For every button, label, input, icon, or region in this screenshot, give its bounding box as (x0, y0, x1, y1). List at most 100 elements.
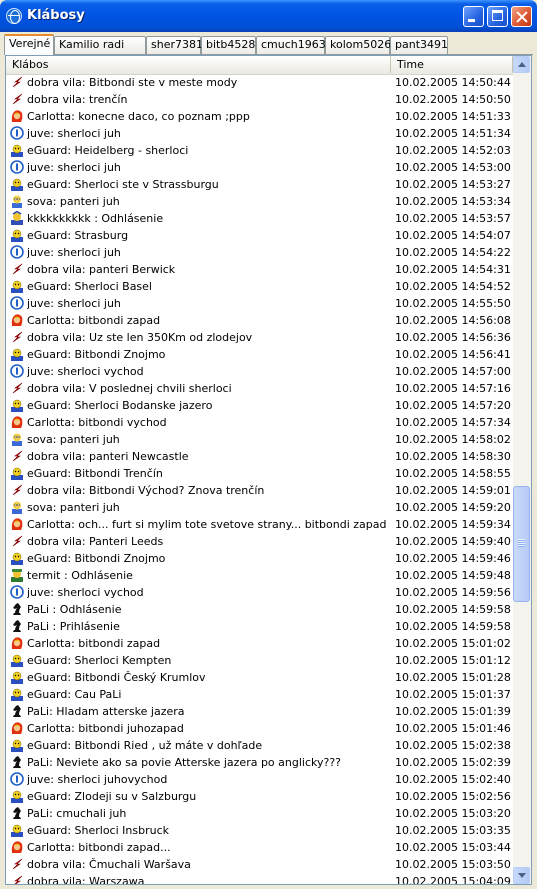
red-arrow-icon (10, 381, 24, 395)
tab-cmuch1963[interactable]: cmuch1963 (256, 36, 326, 54)
message-text: eGuard: Sherloci Insbruck (27, 824, 169, 837)
message-time: 10.02.2005 15:01:02 (395, 637, 511, 650)
blue-circle-icon (10, 772, 24, 786)
table-row[interactable]: dobra vila: panteri Berwick 10.02.2005 14… (6, 261, 513, 278)
red-arrow-icon (10, 857, 24, 871)
table-row[interactable]: dobra vila: Uz ste len 350Km od zlodejov… (6, 329, 513, 346)
table-row[interactable]: eGuard: Sherloci Insbruck 10.02.2005 15:0… (6, 822, 513, 839)
message-text: juve: sherloci vychod (27, 365, 144, 378)
table-row[interactable]: dobra vila: Bitbondi Východ? Znova trenč… (6, 482, 513, 499)
table-row[interactable]: PaLi: Neviete ako sa povie Atterske jaze… (6, 754, 513, 771)
eguard-avatar-icon (10, 143, 24, 157)
message-text: juve: sherloci vychod (27, 586, 144, 599)
table-row[interactable]: eGuard: Bitbondi Trenčín 10.02.2005 14:58… (6, 465, 513, 482)
table-row[interactable]: Carlotta: bitbondi juhozapad 10.02.2005 1… (6, 720, 513, 737)
tab-verejne[interactable]: Verejné (4, 34, 54, 55)
table-row[interactable]: eGuard: Bitbondi Znojmo 10.02.2005 14:59:… (6, 550, 513, 567)
table-row[interactable]: kkkkkkkkkk : Odhlásenie 10.02.2005 14:53:… (6, 210, 513, 227)
tab-kamilio-radi[interactable]: Kamilio radi (54, 36, 146, 54)
table-row[interactable]: eGuard: Zlodeji su v Salzburgu 10.02.2005… (6, 788, 513, 805)
message-text: sova: panteri juh (27, 195, 120, 208)
table-row[interactable]: eGuard: Sherloci Basel 10.02.2005 14:54:5… (6, 278, 513, 295)
table-row[interactable]: eGuard: Sherloci Kempten 10.02.2005 15:01… (6, 652, 513, 669)
table-row[interactable]: juve: sherloci juh 10.02.2005 14:53:00 (6, 159, 513, 176)
table-row[interactable]: eGuard: Sherloci Bodanske jazero 10.02.20… (6, 397, 513, 414)
table-row[interactable]: juve: sherloci juh 10.02.2005 14:51:34 (6, 125, 513, 142)
table-row[interactable]: eGuard: Bitbondi Český Krumlov 10.02.2005… (6, 669, 513, 686)
table-row[interactable]: Carlotta: bitbondi zapad 10.02.2005 15:01… (6, 635, 513, 652)
table-row[interactable]: Carlotta: bitbondi zapad 10.02.2005 14:56… (6, 312, 513, 329)
message-time: 10.02.2005 15:03:50 (395, 858, 511, 871)
message-text: eGuard: Strasburg (27, 229, 129, 242)
message-time: 10.02.2005 14:58:02 (395, 433, 511, 446)
klabosy-window: Klábosy Verejné Kamilio radi sher7381 bi… (0, 0, 537, 889)
message-time: 10.02.2005 14:54:07 (395, 229, 511, 242)
message-text: PaLi: Neviete ako sa povie Atterske jaze… (27, 756, 342, 769)
table-row[interactable]: eGuard: Sherloci ste v Strassburgu 10.02.… (6, 176, 513, 193)
maximize-button[interactable] (487, 6, 508, 27)
table-row[interactable]: eGuard: Bitbondi Ried , už máte v dohľad… (6, 737, 513, 754)
vertical-scrollbar[interactable] (513, 56, 531, 884)
message-text: Carlotta: bitbondi zapad (27, 637, 161, 650)
message-text: PaLi : Prihlásenie (27, 620, 120, 633)
scroll-up-button[interactable] (513, 56, 530, 73)
chat-list[interactable]: Klábos Time dobra vila: Bitbondi ste v m… (5, 55, 532, 885)
table-row[interactable]: Carlotta: och... furt si mylim tote svet… (6, 516, 513, 533)
table-row[interactable]: dobra vila: V poslednej chvili sherloci 1… (6, 380, 513, 397)
table-row[interactable]: Carlotta: bitbondi zapad... 10.02.2005 15… (6, 839, 513, 856)
title-bar[interactable]: Klábosy (0, 0, 537, 32)
table-row[interactable]: Carlotta: konecne daco, co poznam ;ppp 10… (6, 108, 513, 125)
message-time: 10.02.2005 14:59:34 (395, 518, 511, 531)
table-row[interactable]: PaLi: cmuchali juh 10.02.2005 15:03:20 (6, 805, 513, 822)
table-row[interactable]: dobra vila: Bitbondi ste v meste mody 10.… (6, 74, 513, 91)
table-row[interactable]: dobra vila: Warszawa 10.02.2005 15:04:09 (6, 873, 513, 884)
table-row[interactable]: dobra vila: Panteri Leeds 10.02.2005 14:5… (6, 533, 513, 550)
table-row[interactable]: eGuard: Heidelberg - sherloci 10.02.2005 … (6, 142, 513, 159)
minimize-button[interactable] (463, 6, 484, 27)
table-row[interactable]: dobra vila: Čmuchali Waršava 10.02.2005 1… (6, 856, 513, 873)
close-button[interactable] (511, 6, 532, 27)
message-time: 10.02.2005 14:59:48 (395, 569, 511, 582)
table-row[interactable]: juve: sherloci juh 10.02.2005 14:54:22 (6, 244, 513, 261)
message-time: 10.02.2005 14:57:00 (395, 365, 511, 378)
message-time: 10.02.2005 14:57:34 (395, 416, 511, 429)
red-arrow-icon (10, 449, 24, 463)
carlotta-avatar-icon (10, 109, 24, 123)
carlotta-avatar-icon (10, 840, 24, 854)
column-header-klabos[interactable]: Klábos (6, 56, 391, 73)
table-row[interactable]: dobra vila: trenčín 10.02.2005 14:50:50 (6, 91, 513, 108)
scroll-thumb[interactable] (513, 486, 530, 602)
table-row[interactable]: termit : Odhlásenie 10.02.2005 14:59:48 (6, 567, 513, 584)
table-row[interactable]: sova: panteri juh 10.02.2005 14:58:02 (6, 431, 513, 448)
message-time: 10.02.2005 14:59:01 (395, 484, 511, 497)
table-row[interactable]: PaLi: Hladam atterske jazera 10.02.2005 1… (6, 703, 513, 720)
table-row[interactable]: sova: panteri juh 10.02.2005 14:53:34 (6, 193, 513, 210)
message-text: sova: panteri juh (27, 433, 120, 446)
table-row[interactable]: dobra vila: panteri Newcastle 10.02.2005 … (6, 448, 513, 465)
table-row[interactable]: juve: sherloci vychod 10.02.2005 14:59:56 (6, 584, 513, 601)
carlotta-avatar-icon (10, 313, 24, 327)
red-arrow-icon (10, 75, 24, 89)
table-row[interactable]: juve: sherloci vychod 10.02.2005 14:57:00 (6, 363, 513, 380)
tab-bitb4528[interactable]: bitb4528 (201, 36, 256, 54)
red-arrow-icon (10, 330, 24, 344)
tab-kolom5026[interactable]: kolom5026 (325, 36, 391, 54)
message-text: kkkkkkkkkk : Odhlásenie (27, 212, 164, 225)
table-row[interactable]: eGuard: Strasburg 10.02.2005 14:54:07 (6, 227, 513, 244)
table-row[interactable]: sova: panteri juh 10.02.2005 14:59:20 (6, 499, 513, 516)
message-text: eGuard: Cau PaLi (27, 688, 122, 701)
table-row[interactable]: PaLi : Odhlásenie 10.02.2005 14:59:58 (6, 601, 513, 618)
scroll-down-button[interactable] (513, 867, 530, 884)
message-text: PaLi: Hladam atterske jazera (27, 705, 185, 718)
table-row[interactable]: juve: sherloci juhovychod 10.02.2005 15:0… (6, 771, 513, 788)
tab-pant3491[interactable]: pant3491 (390, 36, 448, 54)
message-text: sova: panteri juh (27, 501, 120, 514)
tab-sher7381[interactable]: sher7381 (146, 36, 203, 54)
kkkk-avatar-icon (10, 210, 24, 225)
column-header-time[interactable]: Time (391, 56, 513, 73)
table-row[interactable]: PaLi : Prihlásenie 10.02.2005 14:59:58 (6, 618, 513, 635)
table-row[interactable]: juve: sherloci juh 10.02.2005 14:55:50 (6, 295, 513, 312)
table-row[interactable]: Carlotta: bitbondi vychod 10.02.2005 14:5… (6, 414, 513, 431)
table-row[interactable]: eGuard: Bitbondi Znojmo 10.02.2005 14:56:… (6, 346, 513, 363)
table-row[interactable]: eGuard: Cau PaLi 10.02.2005 15:01:37 (6, 686, 513, 703)
